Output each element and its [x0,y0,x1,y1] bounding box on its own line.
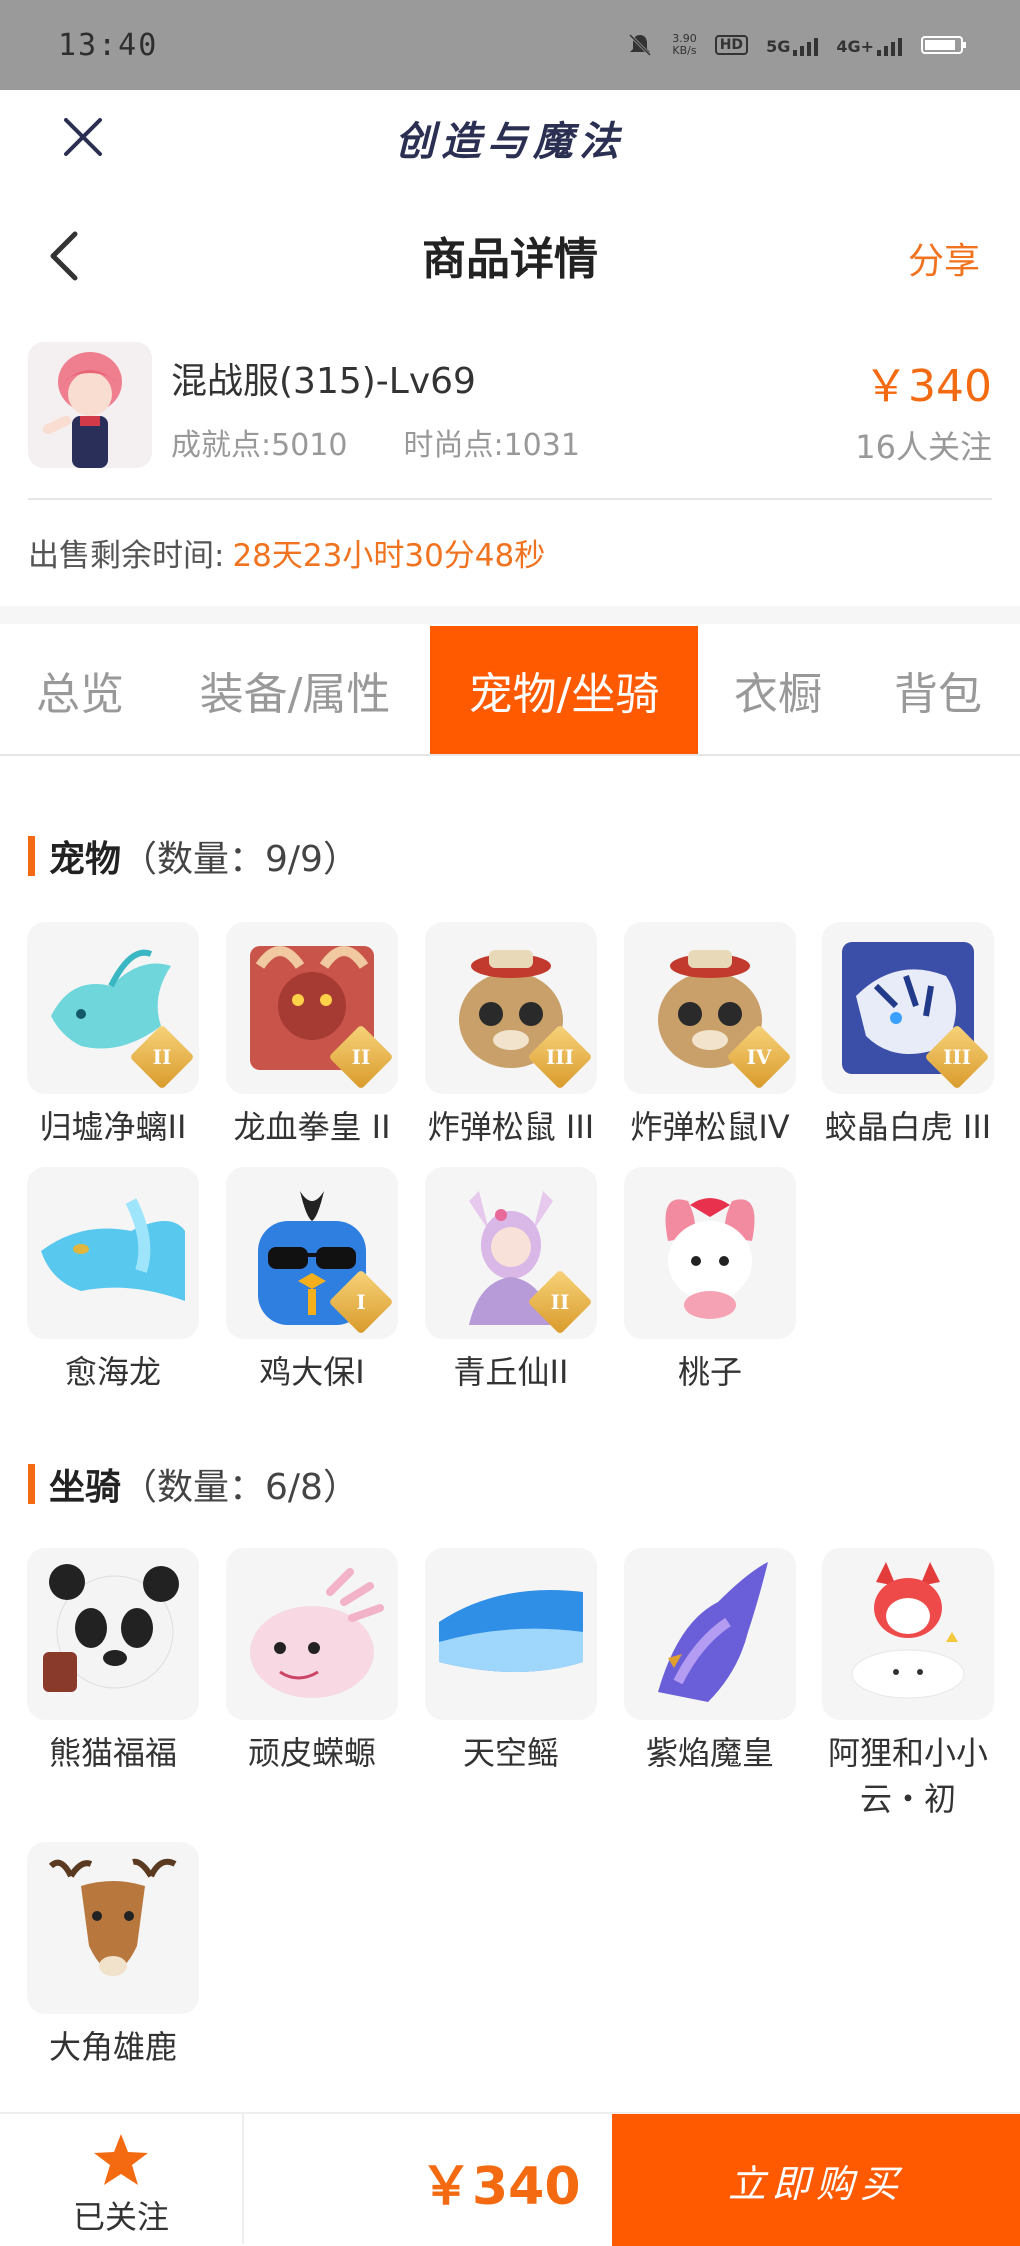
pet-thumbnail [624,1167,796,1339]
signal-4g-icon: 4G+ [836,34,902,56]
pet-item[interactable]: II 龙血拳皇 II [226,922,398,1150]
pet-name: 青丘仙II [453,1353,569,1391]
mount-name: 顽皮蝾螈 [247,1734,376,1772]
status-time: 13:40 [58,27,159,63]
pet-item[interactable]: III 蛟晶白虎 III [822,922,994,1150]
bottom-price: ￥340 [420,2157,581,2217]
fashion-points: 时尚点:1031 [403,428,580,463]
rank-badge: II [328,1024,394,1090]
mount-thumbnail [822,1548,994,1720]
page-title: 商品详情 [422,234,598,285]
pet-thumbnail: IV [624,922,796,1094]
pet-item[interactable]: II 归墟净螭II [27,922,199,1150]
pet-thumbnail: III [822,922,994,1094]
hd-icon: HD [714,35,749,55]
mount-name: 熊猫福福 [48,1734,177,1772]
status-bar: 13:40 3.90 KB/s HD 5G 4G+ [0,0,1020,90]
pets-section-title: 宠物 （数量：9/9） [28,830,359,882]
product-price: ￥340 [864,361,992,412]
section-gap [0,606,1020,624]
mount-thumbnail [27,1842,199,2014]
rank-badge: IV [726,1024,792,1090]
tab-bar: 总览 装备/属性 宠物/坐骑 衣橱 背包 [0,626,1020,756]
mount-item[interactable]: 大角雄鹿 [27,1842,199,2070]
mounts-section-title: 坐骑 （数量：6/8） [28,1458,359,1510]
character-avatar [28,342,152,468]
pet-thumbnail: I [226,1167,398,1339]
mount-thumbnail [425,1548,597,1720]
pet-name: 鸡大保I [259,1353,365,1391]
mount-name: 大角雄鹿 [48,2028,177,2066]
mount-item[interactable]: 阿狸和小小云・初 [822,1548,994,1822]
pet-name: 归墟净螭II [39,1108,187,1146]
star-icon [94,2134,148,2185]
rank-badge: II [527,1269,593,1335]
follow-button[interactable]: 已关注 [0,2114,244,2244]
nav-bar: 商品详情 分享 [0,200,1020,310]
pet-thumbnail: II [27,922,199,1094]
mount-item[interactable]: 熊猫福福 [27,1548,199,1776]
pet-item[interactable]: 桃子 [624,1167,796,1395]
net-speed: 3.90 KB/s [672,32,697,57]
product-summary: 混战服(315)-Lv69 成就点:5010 时尚点:1031 ￥340 16人… [28,340,992,470]
remaining-time: 出售剩余时间: 28天23小时30分48秒 [28,538,546,574]
share-button[interactable]: 分享 [908,232,980,284]
app-title: 创造与魔法 [395,117,625,165]
follow-label: 已关注 [72,2198,169,2236]
app-header: 创造与魔法 [0,90,1020,185]
pet-item[interactable]: II 青丘仙II [425,1167,597,1395]
pet-name: 炸弹松鼠IV [630,1108,790,1146]
rank-badge: I [328,1269,394,1335]
rank-badge: III [924,1024,990,1090]
close-icon[interactable] [58,112,108,162]
rank-badge: II [129,1024,195,1090]
tab-pets-mounts[interactable]: 宠物/坐骑 [430,626,698,754]
tab-equipment[interactable]: 装备/属性 [180,626,410,754]
status-icons: 3.90 KB/s HD 5G 4G+ [626,31,970,59]
pet-name: 龙血拳皇 II [233,1108,391,1146]
achievement-points: 成就点:5010 [171,428,348,463]
pet-name: 炸弹松鼠 III [427,1108,595,1146]
battery-icon [921,36,966,54]
pet-name: 桃子 [677,1353,742,1391]
product-name: 混战服(315)-Lv69 [171,361,476,402]
product-stats: 成就点:5010 时尚点:1031 [171,420,580,464]
pet-name: 蛟晶白虎 III [824,1108,992,1146]
tab-backpack[interactable]: 背包 [878,626,998,754]
pet-item[interactable]: I 鸡大保I [226,1167,398,1395]
mute-bell-icon [629,33,652,57]
mount-item[interactable]: 天空鳐 [425,1548,597,1776]
pet-thumbnail: II [226,922,398,1094]
mount-thumbnail [226,1548,398,1720]
tab-wardrobe[interactable]: 衣橱 [718,626,838,754]
pet-item[interactable]: 愈海龙 [27,1167,199,1395]
remaining-time-value: 28天23小时30分48秒 [232,538,546,574]
signal-5g-icon: 5G [766,34,819,56]
pet-thumbnail [27,1167,199,1339]
bottom-action-bar: 已关注 ￥340 立即购买 [0,2112,1020,2246]
pet-name: 愈海龙 [64,1353,161,1391]
mount-name: 天空鳐 [462,1734,559,1772]
pet-thumbnail: III [425,922,597,1094]
back-arrow-icon[interactable] [45,228,85,284]
mount-item[interactable]: 顽皮蝾螈 [226,1548,398,1776]
mount-name: 紫焰魔皇 [645,1734,774,1772]
mount-name: 阿狸和小小云・初 [827,1734,988,1818]
pet-item[interactable]: III 炸弹松鼠 III [425,922,597,1150]
pet-item[interactable]: IV 炸弹松鼠IV [624,922,796,1150]
tab-overview[interactable]: 总览 [20,626,140,754]
rank-badge: III [527,1024,593,1090]
divider [28,498,992,500]
mount-thumbnail [624,1548,796,1720]
mount-thumbnail [27,1548,199,1720]
pet-thumbnail: II [425,1167,597,1339]
follower-count: 16人关注 [855,428,992,466]
buy-now-button[interactable]: 立即购买 [612,2114,1020,2246]
mount-item[interactable]: 紫焰魔皇 [624,1548,796,1776]
